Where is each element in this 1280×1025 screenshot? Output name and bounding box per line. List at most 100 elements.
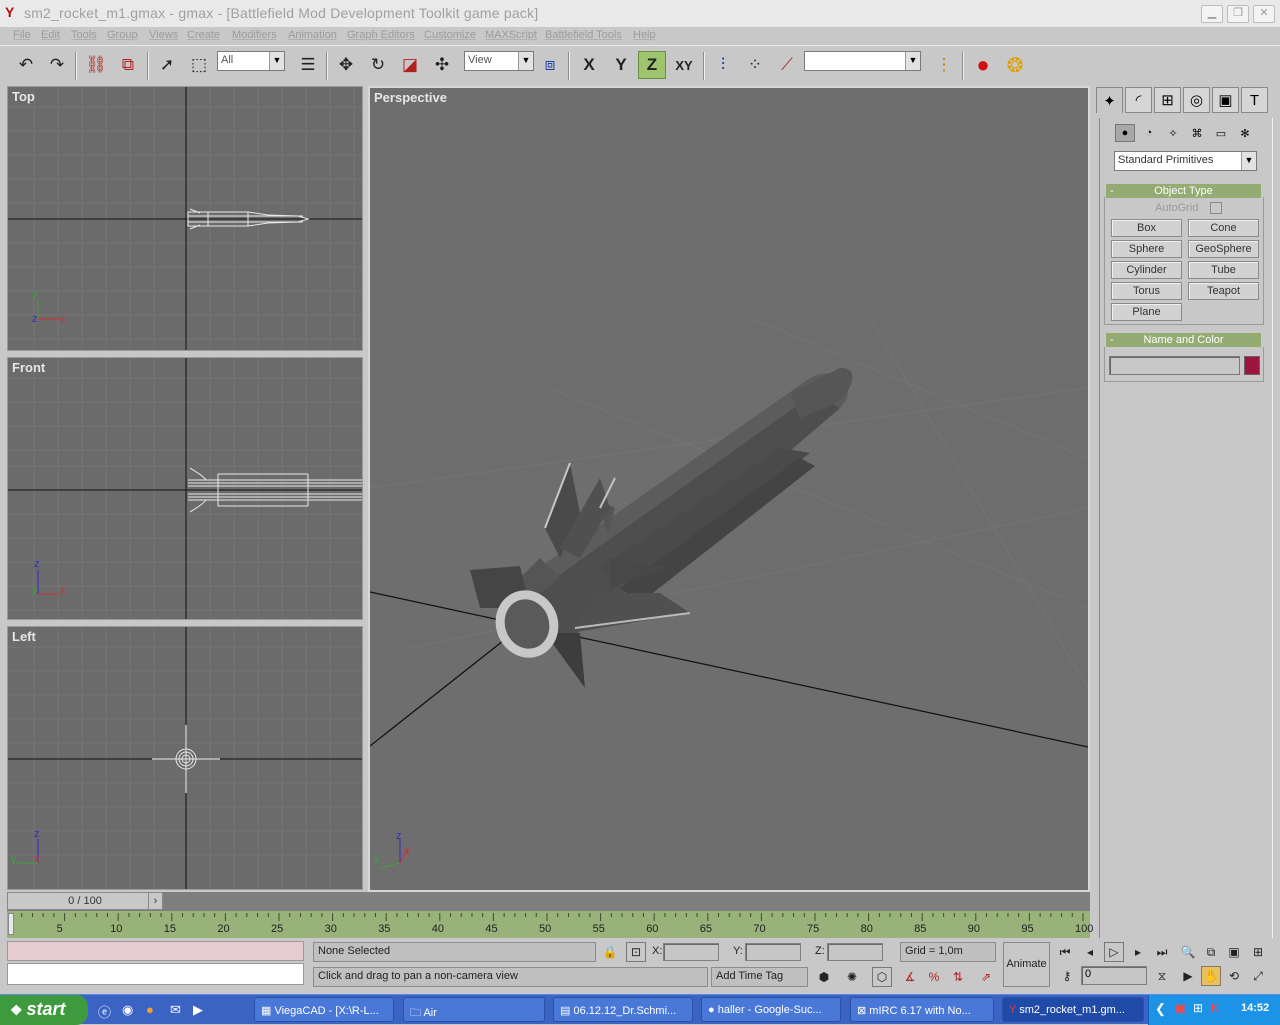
maximize-viewport-icon[interactable]: ⤢ [1248,966,1268,986]
interactive-snap-icon[interactable]: ✺ [842,967,862,987]
select-and-manipulate-icon[interactable]: ✣ [428,51,456,79]
select-by-name-icon[interactable]: ☰ [294,51,322,79]
start-button[interactable]: ❖ start [0,995,88,1025]
helpers-icon[interactable]: ▭ [1211,124,1231,142]
menu-battlefield-tools[interactable]: Battlefield Tools [545,29,622,41]
viewport-label-perspective[interactable]: Perspective [374,90,447,105]
tube-button[interactable]: Tube [1188,261,1259,279]
viewport-label-front[interactable]: Front [12,360,45,375]
autogrid-checkbox[interactable] [1210,202,1222,214]
select-and-scale-icon[interactable]: ◪ [396,51,424,79]
object-category-dropdown[interactable]: Standard Primitives ▼ [1114,151,1257,171]
menu-file[interactable]: File [13,29,31,41]
unlink-selection-icon[interactable]: ⧉ [114,51,142,79]
menu-group[interactable]: Group [107,29,138,41]
restore-button[interactable]: ❐ [1227,5,1249,23]
restrict-to-xy-button[interactable]: XY [670,51,698,79]
menu-edit[interactable]: Edit [41,29,60,41]
degradation-override-icon[interactable]: ⬢ [814,967,834,987]
render-scene-icon[interactable]: ❂ [1001,51,1029,79]
viewport-top[interactable]: Top y x z [7,86,363,351]
maxscript-listener-mini[interactable] [7,941,304,961]
media-player-icon[interactable]: ▶ [193,1002,203,1018]
task-air-folder[interactable]: 🗀 Air [403,997,545,1022]
object-type-rollout-header[interactable]: - Object Type [1106,184,1261,198]
add-time-tag-button[interactable]: Add Time Tag [711,967,808,987]
time-slider-track[interactable]: 0 / 100 › [7,892,1090,911]
current-frame-field[interactable]: 0 [1081,966,1147,985]
lock-selection-icon[interactable]: 🔒 [600,942,620,962]
outlook-icon[interactable]: ✉ [170,1002,181,1018]
space-warps-icon[interactable]: ✻ [1235,124,1255,142]
cone-button[interactable]: Cone [1188,219,1259,237]
shapes-icon[interactable]: ◔ [1139,124,1159,142]
close-button[interactable]: ✕ [1253,5,1275,23]
angle-snap-icon[interactable]: ∡ [900,967,920,987]
maxscript-input[interactable] [7,963,304,985]
viewport-left[interactable]: Left z x y [7,626,363,890]
task-viegacad[interactable]: ▦ ViegaCAD - [X:\R-L... [254,997,394,1022]
selection-filter-dropdown[interactable]: All ▼ [217,51,285,71]
current-frame-marker[interactable] [8,913,14,935]
z-coord-field[interactable] [827,943,883,961]
restrict-to-x-button[interactable]: X [575,51,603,79]
go-to-start-icon[interactable]: ⏮ [1055,942,1075,962]
array-icon[interactable]: ⁘ [741,51,769,79]
align-icon[interactable]: ⟋ [773,51,801,79]
viewport-label-top[interactable]: Top [12,89,35,104]
pivot-point-center-icon[interactable]: ⧈ [536,51,564,79]
utilities-tab-icon[interactable]: T [1241,87,1268,113]
select-and-move-icon[interactable]: ✥ [332,51,360,79]
lights-icon[interactable]: ✧ [1163,124,1183,142]
menu-animation[interactable]: Animation [288,29,337,41]
time-slider-thumb[interactable]: 0 / 100 › [7,892,163,910]
menu-modifiers[interactable]: Modifiers [232,29,277,41]
sphere-button[interactable]: Sphere [1111,240,1182,258]
name-color-rollout-header[interactable]: - Name and Color [1106,333,1261,347]
field-of-view-icon[interactable]: ▶ [1178,966,1198,986]
display-tab-icon[interactable]: ▣ [1212,87,1239,113]
teapot-button[interactable]: Teapot [1188,282,1259,300]
plane-button[interactable]: Plane [1111,303,1182,321]
object-name-input[interactable] [1109,356,1240,375]
zoom-all-icon[interactable]: ⧉ [1201,942,1221,962]
mirror-icon[interactable]: ⫶ [709,51,737,79]
rectangular-selection-icon[interactable]: ⬚ [185,51,213,79]
key-mode-icon[interactable]: ⚷ [1057,966,1077,986]
arc-rotate-icon[interactable]: ⟲ [1224,966,1244,986]
x-coord-field[interactable] [663,943,719,961]
restrict-to-y-button[interactable]: Y [607,51,635,79]
network-icon[interactable]: ◉ [122,1002,133,1018]
menu-tools[interactable]: Tools [71,29,97,41]
time-configuration-icon[interactable]: ⧖ [1152,966,1172,986]
go-to-end-icon[interactable]: ⏭ [1152,942,1172,962]
geometry-icon[interactable]: ● [1115,124,1135,142]
next-frame-icon[interactable]: ▸ [1128,942,1148,962]
gmax-app-icon[interactable]: Y [5,4,14,20]
modify-tab-icon[interactable]: ◜ [1125,87,1152,113]
zoom-icon[interactable]: 🔍 [1178,942,1198,962]
object-color-swatch[interactable] [1244,356,1260,375]
network-tray-icon[interactable]: ⊞ [1193,1001,1203,1015]
motion-tab-icon[interactable]: ◎ [1183,87,1210,113]
play-icon[interactable]: ▷ [1104,942,1124,962]
menu-views[interactable]: Views [149,29,178,41]
cylinder-button[interactable]: Cylinder [1111,261,1182,279]
menu-customize[interactable]: Customize [424,29,476,41]
spinner-snap-icon[interactable]: ⇅ [948,967,968,987]
torus-button[interactable]: Torus [1111,282,1182,300]
menu-create[interactable]: Create [187,29,220,41]
select-object-icon[interactable]: ➚ [153,51,181,79]
select-and-link-icon[interactable]: ⛓ [82,51,110,79]
layer-manager-icon[interactable]: ⋮ [930,51,958,79]
cameras-icon[interactable]: ⌘ [1187,124,1207,142]
next-frame-arrow-icon[interactable]: › [148,893,162,909]
percent-snap-icon[interactable]: % [924,967,944,987]
named-selection-sets-dropdown[interactable]: ▼ [804,51,921,71]
hierarchy-tab-icon[interactable]: ⊞ [1154,87,1181,113]
zoom-extents-all-icon[interactable]: ⊞ [1248,942,1268,962]
antivirus-tray-icon[interactable]: K [1211,1001,1219,1015]
task-firefox-google[interactable]: ● haller - Google-Suc... [701,997,841,1022]
pdf-tray-icon[interactable]: ▣ [1175,1001,1186,1015]
redo-icon[interactable]: ↷ [43,51,71,79]
